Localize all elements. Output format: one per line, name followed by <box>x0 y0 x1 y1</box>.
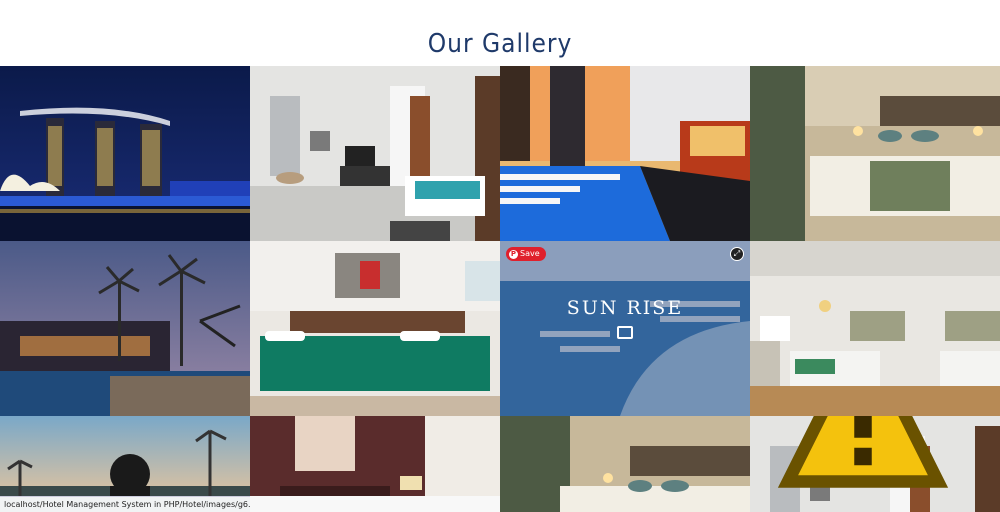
save-label: Save <box>520 249 540 258</box>
gallery-tile-beach-sunset[interactable]: localhost/Hotel Management System in PHP… <box>0 416 250 512</box>
gallery-image <box>250 416 500 512</box>
save-button[interactable]: P Save <box>506 247 546 261</box>
gallery-title: Our Gallery <box>427 29 573 60</box>
gallery-image <box>750 241 1000 416</box>
expand-icon[interactable]: ⤢ <box>730 247 744 261</box>
image-icon[interactable] <box>617 326 633 339</box>
gallery-tile-standard-room-2[interactable] <box>500 416 750 512</box>
gallery-tile-palm-resort[interactable] <box>0 241 250 416</box>
gallery-tile-standard-room[interactable] <box>750 66 1000 241</box>
gallery-tile-twin-room[interactable] <box>250 241 500 416</box>
overlay-caption: SUN RISE <box>566 297 684 319</box>
gallery-tile-marina-bay-night[interactable] <box>0 66 250 241</box>
gallery-image <box>0 66 250 241</box>
gallery-image <box>0 241 250 416</box>
gallery-image <box>500 66 750 241</box>
gallery-tile-rooftop-pool[interactable] <box>500 66 750 241</box>
gallery-image <box>750 66 1000 241</box>
browser-status-bar: localhost/Hotel Management System in PHP… <box>0 496 250 512</box>
gallery-image <box>250 66 500 241</box>
gallery-image <box>250 241 500 416</box>
gallery-grid: SUN RISE P Save ⤢ localhost/Hotel Manage… <box>0 66 1000 512</box>
warning-icon[interactable] <box>750 416 988 494</box>
pinterest-icon: P <box>509 249 518 259</box>
gallery-image <box>500 416 750 512</box>
gallery-tile-modern-bedroom[interactable] <box>250 66 500 241</box>
gallery-tile-modern-bedroom-2[interactable] <box>750 416 1000 512</box>
gallery-tile-suite-room[interactable] <box>750 241 1000 416</box>
gallery-tile-sunrise-pool[interactable]: SUN RISE P Save ⤢ <box>500 241 750 416</box>
gallery-tile-lobby-room[interactable] <box>250 416 500 512</box>
